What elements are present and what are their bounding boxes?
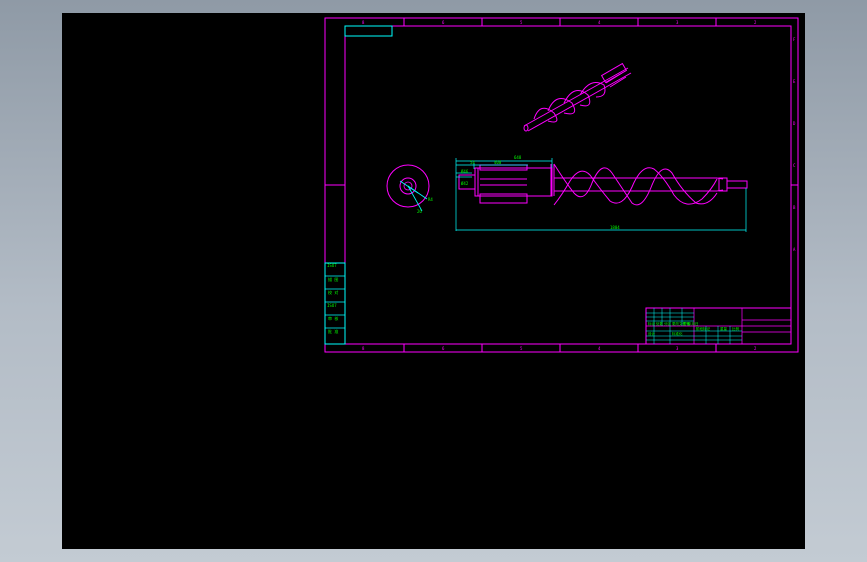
- dim-small-b: Ø42: [461, 181, 469, 186]
- title-cell: 比例: [732, 326, 740, 331]
- side-label-b: 26: [417, 209, 422, 214]
- drawing-code-box: [344, 25, 393, 37]
- col-label: 3: [676, 346, 679, 351]
- title-row-label: 年月日: [688, 321, 699, 326]
- panel-label: 批 准: [328, 328, 338, 334]
- col-label: 8: [362, 346, 365, 351]
- row-label: B: [793, 205, 796, 210]
- col-label: 2: [754, 346, 757, 351]
- end-section-view: R4 26: [386, 164, 433, 214]
- row-label: A: [793, 247, 796, 252]
- dim-left-segment: 648: [514, 155, 522, 160]
- title-cell: 阶段标记: [696, 326, 710, 331]
- title-cell: 设计: [648, 331, 656, 336]
- row-label: E: [793, 79, 796, 84]
- col-label: 2: [754, 20, 757, 25]
- col-label: 5: [520, 20, 523, 25]
- title-row-label: 标记: [648, 321, 656, 326]
- title-cell: 重量: [720, 326, 728, 331]
- side-label-a: R4: [428, 197, 433, 202]
- cad-drawing[interactable]: 8 6 5 4 3 2 8 6 5 4 3 2 F E D C B A ISO7…: [62, 13, 805, 549]
- panel-label: ISO7: [327, 303, 337, 308]
- title-row-label: 分区: [664, 321, 672, 326]
- col-label: 3: [676, 20, 679, 25]
- dimension-texts: 648 54 400 Ø46 Ø42 1804: [461, 155, 620, 230]
- row-label: F: [793, 37, 796, 42]
- col-label: 4: [598, 20, 601, 25]
- panel-label: 描 图: [328, 276, 338, 282]
- left-revision-panel: ISO7 描 图 校 对 ISO7 审 核 批 准: [324, 262, 346, 345]
- dim-overall: 1804: [610, 225, 620, 230]
- col-label: 4: [598, 346, 601, 351]
- cad-viewport[interactable]: 8 6 5 4 3 2 8 6 5 4 3 2 F E D C B A ISO7…: [62, 13, 805, 549]
- row-label: C: [793, 163, 796, 168]
- col-label: 8: [362, 20, 365, 25]
- row-letters-right: F E D C B A: [793, 37, 796, 252]
- row-label: D: [793, 121, 796, 126]
- title-row-label: 处数: [656, 321, 664, 326]
- col-label: 6: [442, 20, 445, 25]
- isometric-auger-view: [523, 62, 632, 132]
- panel-label: 校 对: [328, 289, 338, 295]
- panel-label: ISO7: [327, 263, 337, 268]
- column-numbers-top: 8 6 5 4 3 2 8 6 5 4 3 2: [362, 20, 757, 351]
- title-block: 标记 处数 分区 更改文件号 签名 年月日 设计 标准化 阶段标记 重量 比例: [645, 307, 792, 345]
- dim-segment-b: 400: [494, 160, 502, 165]
- title-cell: 标准化: [672, 331, 683, 336]
- col-label: 5: [520, 346, 523, 351]
- main-auger-view: [458, 163, 748, 206]
- col-label: 6: [442, 346, 445, 351]
- dim-small-a: Ø46: [461, 169, 469, 174]
- panel-label: 审 核: [328, 315, 338, 321]
- dim-segment-a: 54: [470, 160, 475, 165]
